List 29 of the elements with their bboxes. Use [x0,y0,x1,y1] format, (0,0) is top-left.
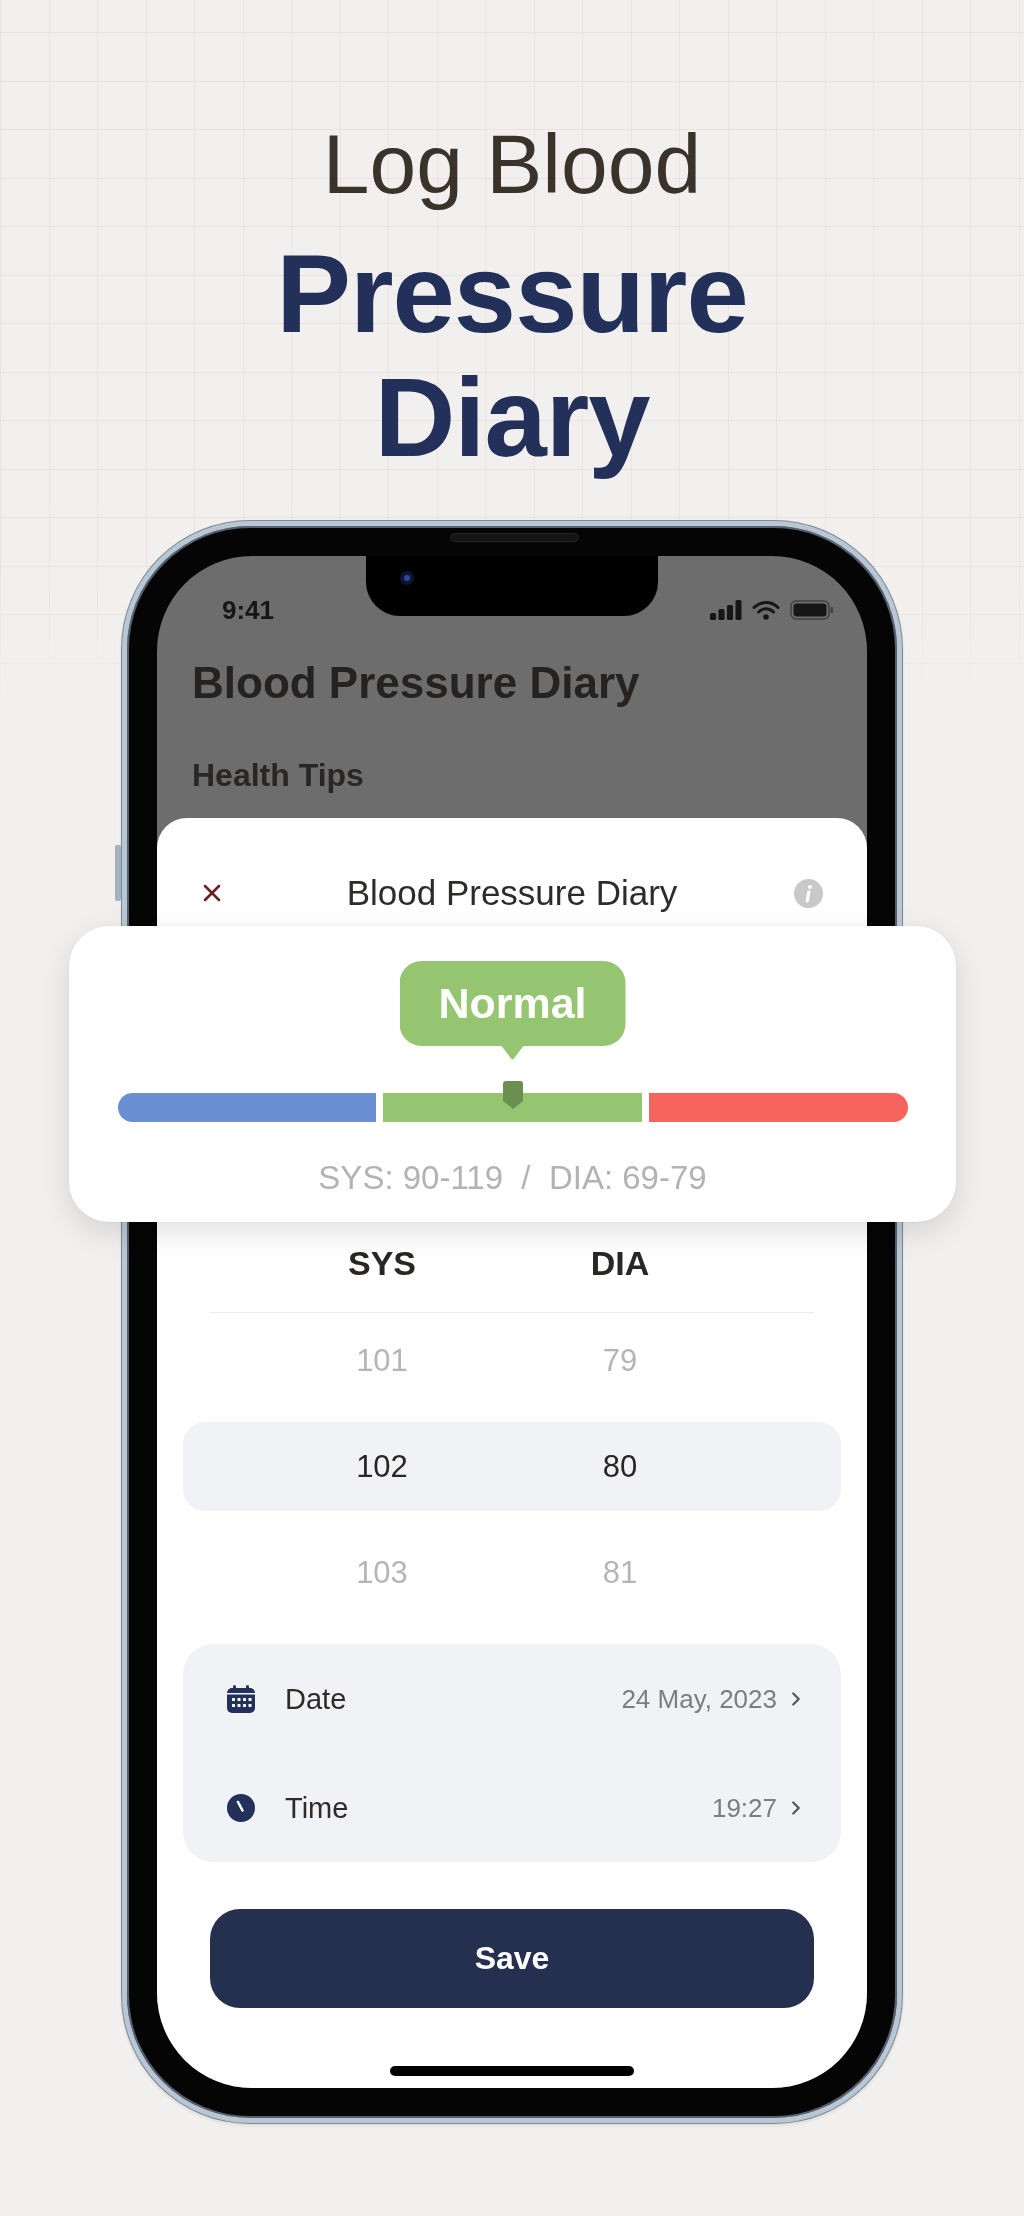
app-title: Blood Pressure Diary [192,657,640,709]
headline-lead: Log Blood [322,118,702,210]
column-header: DIA [590,1243,650,1283]
column-header: SYS [347,1243,416,1283]
camera-lens-icon [400,571,414,585]
sheet-title: Blood Pressure Diary [346,872,678,914]
detail-label: Date [285,1681,347,1717]
detail-value[interactable]: 19:27 [711,1790,777,1825]
detail-value[interactable]: 24 May, 2023 [621,1681,777,1716]
section-heading: Health Tips [192,756,364,795]
range-text: SYS: 90-119 / DIA: 69-79 [318,1158,707,1198]
picker-value[interactable]: 79 [602,1340,638,1381]
category-tooltip: Normal [399,961,626,1060]
detail-label: Time [285,1790,349,1826]
calendar-icon [227,1684,255,1713]
picker-value[interactable]: 103 [356,1552,408,1593]
save-button[interactable]: Save [210,1909,814,2008]
phone-side-key [115,845,121,901]
picker-value[interactable]: 101 [356,1340,408,1381]
status-time: 9:41 [222,594,275,626]
picker-value[interactable]: 80 [602,1446,638,1487]
picker-value[interactable]: 102 [356,1446,408,1487]
wifi-icon [752,600,780,620]
picker-value[interactable]: 81 [602,1552,638,1593]
info-icon [793,878,823,908]
signal-icon [710,600,742,620]
clock-icon [227,1793,255,1822]
battery-icon [790,600,834,620]
headline-title: Pressure Diary [275,232,749,480]
